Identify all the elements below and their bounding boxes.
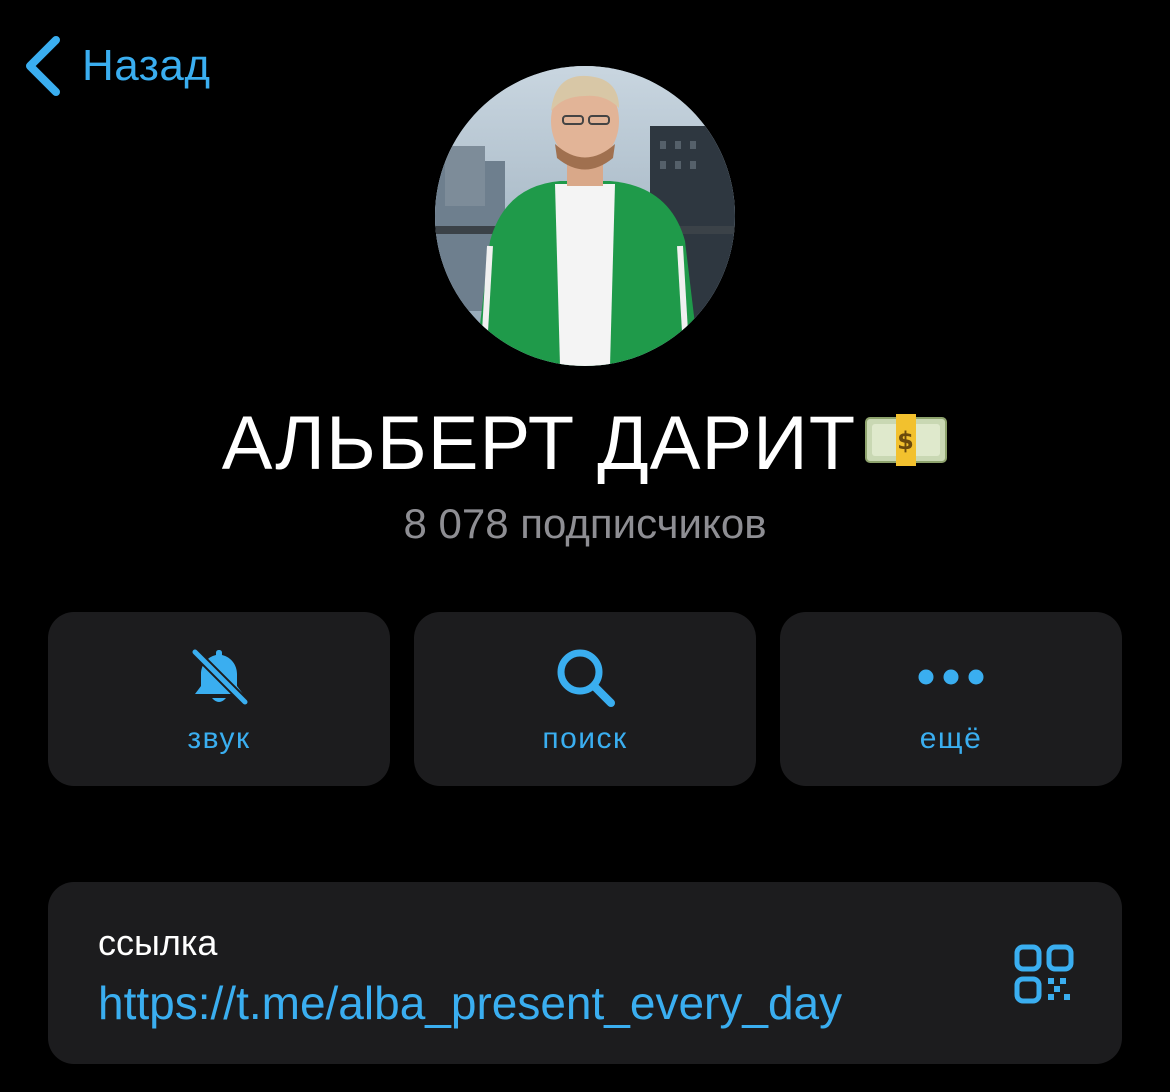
subscriber-count: 8 078 подписчиков — [403, 500, 767, 547]
avatar[interactable] — [435, 66, 735, 366]
channel-name-text: АЛЬБЕРТ ДАРИТ — [221, 401, 857, 486]
more-dots-icon — [916, 642, 986, 712]
mute-label: звук — [187, 722, 251, 755]
link-title: ссылка — [98, 922, 218, 963]
svg-text:$: $ — [897, 427, 915, 455]
bell-slash-icon — [189, 642, 249, 712]
link-url[interactable]: https://t.me/alba_present_every_day — [98, 976, 842, 1030]
search-button[interactable]: поиск — [414, 612, 756, 786]
channel-name: АЛЬБЕРТ ДАРИТ $ — [0, 400, 1170, 492]
search-icon — [553, 642, 617, 712]
avatar-photo — [435, 66, 735, 366]
back-button[interactable]: Назад — [20, 30, 211, 102]
action-bar: звук поиск ещё — [48, 612, 1122, 786]
back-label: Назад — [82, 41, 211, 90]
qr-code-icon[interactable] — [1014, 944, 1074, 1004]
money-bag-banknote-icon: $ — [864, 399, 948, 486]
search-label: поиск — [542, 722, 628, 755]
more-label: ещё — [919, 722, 983, 755]
more-button[interactable]: ещё — [780, 612, 1122, 786]
link-card: ссылка https://t.me/alba_present_every_d… — [48, 882, 1122, 1064]
mute-button[interactable]: звук — [48, 612, 390, 786]
chevron-left-icon — [20, 30, 64, 102]
